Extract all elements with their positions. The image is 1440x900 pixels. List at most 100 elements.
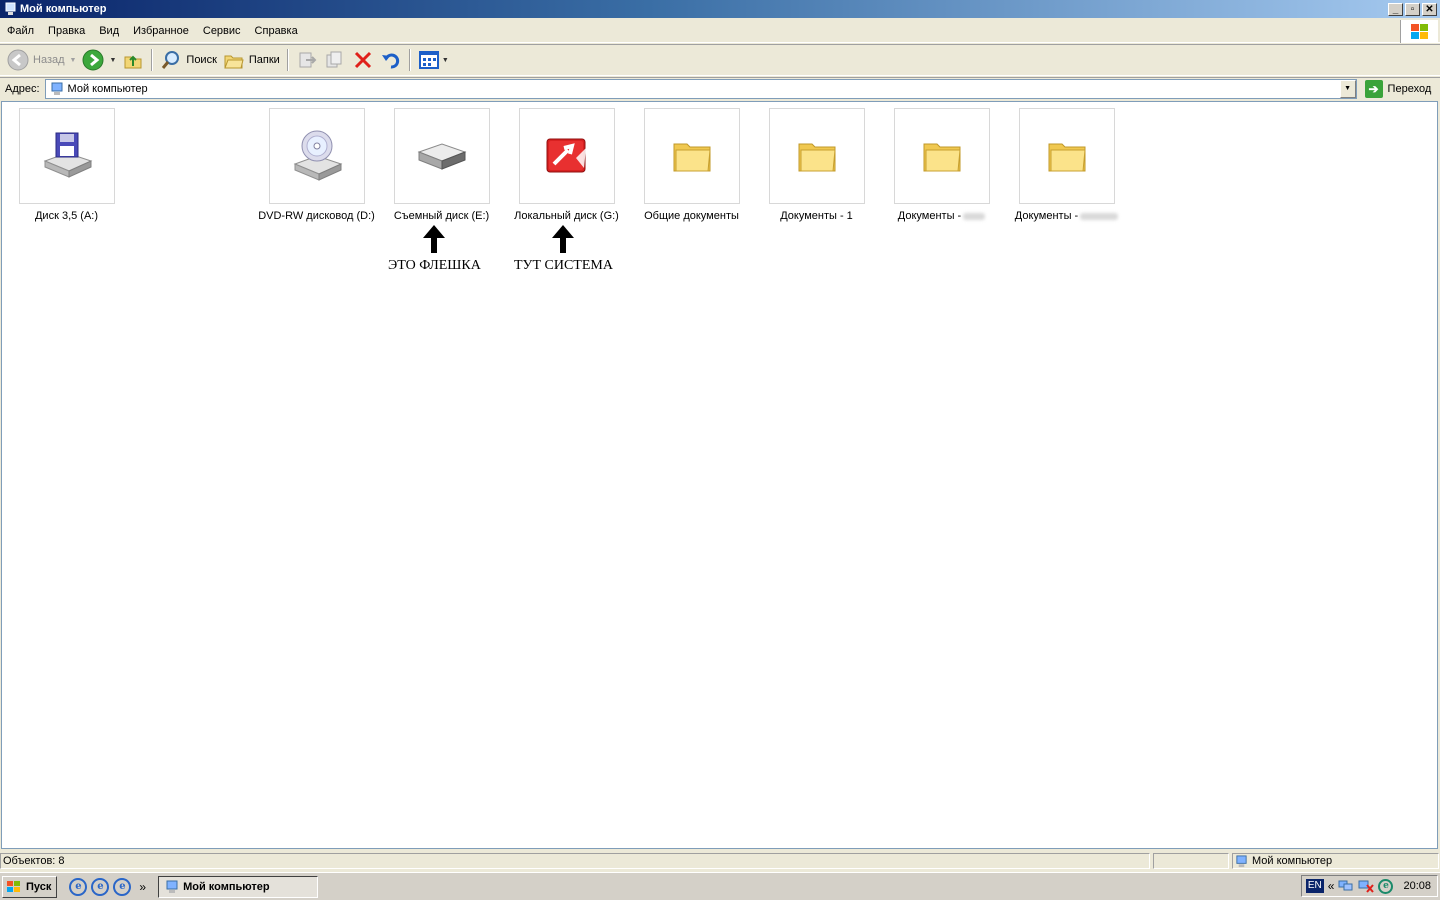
- removable-disk-icon: [417, 143, 466, 170]
- network-icon[interactable]: [1338, 879, 1354, 893]
- folders-icon: [224, 55, 244, 69]
- folder-label: Документы -: [1014, 210, 1079, 222]
- up-arrow-icon: [423, 225, 446, 253]
- go-arrow-icon: ➔: [1364, 80, 1383, 98]
- toolbar-separator: [408, 49, 411, 71]
- address-dropdown-button[interactable]: ▼: [1339, 80, 1356, 98]
- ie-quicklaunch-icon[interactable]: e: [69, 877, 88, 896]
- clock: 20:08: [1403, 880, 1431, 892]
- drive-label: DVD-RW дисковод (D:): [258, 210, 375, 222]
- my-computer-icon: [1236, 854, 1247, 867]
- annotation-system: ТУТ СИСТЕМА: [514, 224, 613, 274]
- dvd-drive-icon: [293, 130, 342, 181]
- up-folder-button[interactable]: [119, 47, 147, 73]
- views-button[interactable]: ▼: [415, 47, 452, 73]
- go-button[interactable]: ➔ Переход: [1364, 80, 1432, 98]
- taskbar-window-button[interactable]: Мой компьютер: [158, 875, 319, 898]
- status-bar: Объектов: 8 Мой компьютер: [0, 852, 1440, 870]
- chevron-right-icon[interactable]: »: [139, 880, 146, 894]
- window-title: Мой компьютер: [20, 3, 107, 15]
- delete-button[interactable]: [349, 47, 377, 73]
- annotation-flash: ЭТО ФЛЕШКА: [388, 224, 481, 274]
- drive-item-d[interactable]: DVD-RW дисковод (D:): [254, 108, 379, 222]
- address-bar: Адрес: Мой компьютер ▼ ➔ Переход: [0, 77, 1440, 100]
- back-label: Назад: [33, 54, 65, 66]
- folder-item-docs-1[interactable]: Документы - 1: [754, 108, 879, 222]
- network-disconnected-icon[interactable]: [1358, 879, 1375, 893]
- start-label: Пуск: [26, 880, 52, 893]
- back-button[interactable]: Назад ▼: [4, 47, 79, 73]
- drive-item-a[interactable]: Диск 3,5 (A:): [4, 108, 129, 222]
- folder-label: Документы -: [897, 210, 962, 222]
- toolbar-separator: [286, 49, 289, 71]
- menu-view[interactable]: Вид: [92, 21, 126, 41]
- folder-label: Общие документы: [644, 210, 739, 222]
- address-value: Мой компьютер: [67, 83, 148, 95]
- toolbar-separator: [151, 49, 154, 71]
- menu-tools[interactable]: Сервис: [196, 21, 248, 41]
- title-bar: Мой компьютер _ ▫ ✕: [0, 0, 1440, 18]
- forward-arrow-icon: [82, 49, 104, 71]
- back-dropdown-icon[interactable]: ▼: [70, 57, 77, 64]
- start-button[interactable]: Пуск: [2, 875, 58, 898]
- menu-bar: Файл Правка Вид Избранное Сервис Справка: [0, 20, 1440, 43]
- menu-favorites[interactable]: Избранное: [126, 21, 196, 41]
- menu-file[interactable]: Файл: [0, 21, 41, 41]
- go-label: Переход: [1387, 83, 1432, 95]
- up-arrow-icon: [552, 225, 575, 253]
- search-button[interactable]: Поиск: [157, 47, 219, 73]
- folder-icon: [1048, 143, 1086, 172]
- move-to-button[interactable]: [293, 47, 321, 73]
- undo-icon: [381, 53, 399, 69]
- drive-item-e[interactable]: Съемный диск (E:): [379, 108, 504, 222]
- ie-quicklaunch-icon[interactable]: e: [113, 877, 132, 896]
- back-arrow-icon: [7, 49, 29, 71]
- annotation-flash-text: ЭТО ФЛЕШКА: [388, 258, 481, 273]
- folder-label: Документы - 1: [780, 210, 853, 222]
- drive-item-g[interactable]: Локальный диск (G:): [504, 108, 629, 222]
- folder-item-docs-user2[interactable]: Документы -: [1004, 108, 1129, 222]
- menu-help[interactable]: Справка: [248, 21, 305, 41]
- annotation-system-text: ТУТ СИСТЕМА: [514, 258, 613, 273]
- forward-dropdown-icon[interactable]: ▼: [109, 57, 116, 64]
- system-tray: EN « e 20:08: [1300, 875, 1438, 897]
- copy-to-button[interactable]: [321, 47, 349, 73]
- my-computer-icon: [5, 2, 16, 15]
- ie-tray-icon[interactable]: e: [1378, 878, 1394, 894]
- restore-button[interactable]: ▫: [1405, 2, 1420, 16]
- drive-label: Диск 3,5 (A:): [34, 210, 99, 222]
- status-objects: Объектов: 8: [0, 853, 1150, 869]
- tray-expand-icon[interactable]: «: [1328, 879, 1335, 893]
- folders-button[interactable]: Папки: [220, 47, 283, 73]
- address-field[interactable]: Мой компьютер ▼: [44, 79, 1357, 99]
- folder-icon: [673, 143, 711, 172]
- folder-icon: [798, 143, 836, 172]
- ie-quicklaunch-icon[interactable]: e: [91, 877, 110, 896]
- search-label: Поиск: [186, 54, 217, 66]
- windows-logo-icon: [1400, 20, 1438, 43]
- file-view[interactable]: Диск 3,5 (A:) DVD-RW дисковод (D:) Съемн…: [1, 101, 1438, 849]
- undo-button[interactable]: [377, 47, 405, 73]
- address-label: Адрес:: [5, 83, 40, 95]
- language-indicator[interactable]: EN: [1305, 879, 1324, 893]
- quick-launch: e e e »: [69, 877, 146, 896]
- menu-edit[interactable]: Правка: [41, 21, 92, 41]
- toolbar: Назад ▼ ▼ Поиск Папки ▼: [0, 44, 1440, 76]
- drive-label: Локальный диск (G:): [514, 210, 619, 222]
- move-to-icon: [299, 52, 317, 68]
- minimize-button[interactable]: _: [1388, 2, 1403, 16]
- drive-label: Съемный диск (E:): [393, 210, 490, 222]
- my-computer-icon: [166, 880, 178, 893]
- views-icon: [418, 51, 439, 69]
- my-computer-icon: [51, 82, 63, 95]
- forward-button[interactable]: ▼: [79, 47, 119, 73]
- taskbar-window-label: Мой компьютер: [183, 880, 270, 893]
- close-button[interactable]: ✕: [1422, 2, 1437, 16]
- views-dropdown-icon[interactable]: ▼: [442, 57, 449, 64]
- delete-x-icon: [354, 51, 371, 69]
- blurred-text: [1080, 212, 1119, 220]
- status-location-panel: Мой компьютер: [1232, 853, 1439, 869]
- folders-label: Папки: [248, 54, 280, 66]
- folder-item-docs-user1[interactable]: Документы -: [879, 108, 1004, 222]
- folder-item-shared-docs[interactable]: Общие документы: [629, 108, 754, 222]
